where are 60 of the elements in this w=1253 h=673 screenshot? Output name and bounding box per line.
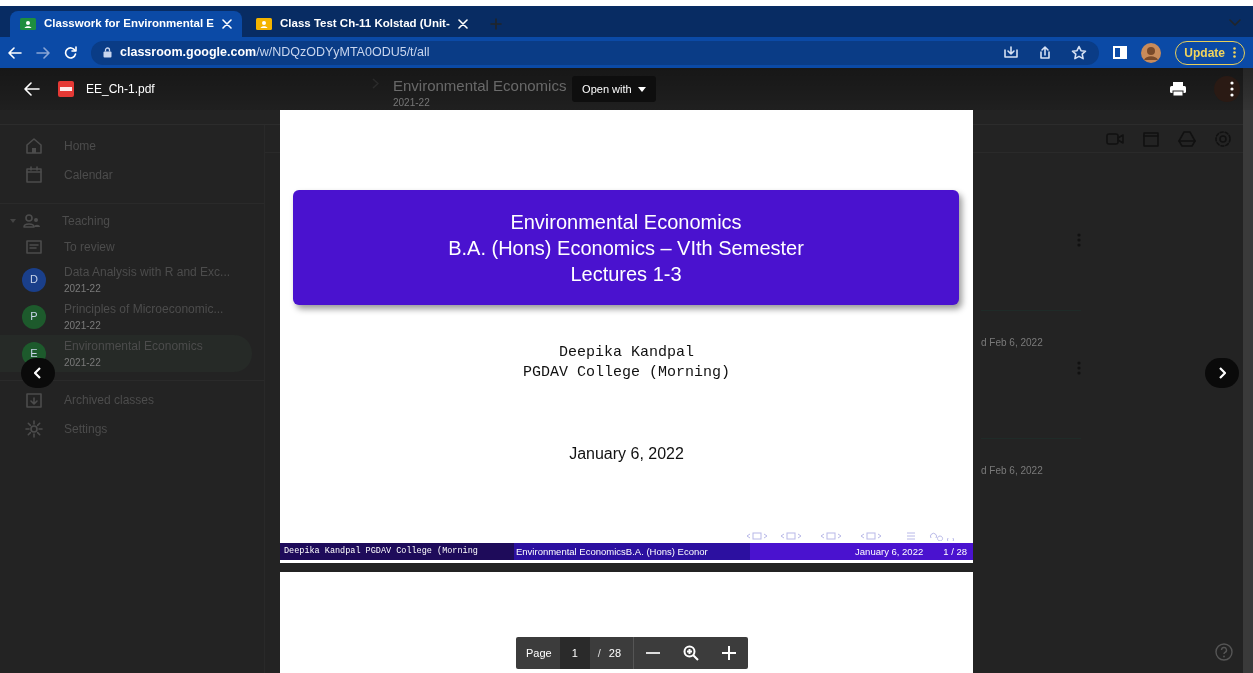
page-total: 28 <box>608 637 634 669</box>
printer-icon[interactable] <box>1169 81 1187 97</box>
slide-title-line: Lectures 1-3 <box>570 261 682 287</box>
previous-file-button[interactable] <box>21 358 55 388</box>
profile-avatar-icon[interactable] <box>1141 42 1162 63</box>
class-year: 2021-22 <box>64 356 102 370</box>
slide-author: Deepika Kandpal <box>558 343 695 363</box>
calendar-icon <box>24 164 44 185</box>
class-avatar: P <box>22 304 46 329</box>
tab-title: Classwork for Environmental E <box>44 16 214 32</box>
open-with-button[interactable]: Open with <box>572 75 656 103</box>
back-arrow-icon[interactable] <box>24 82 40 96</box>
footer-page-number: 1 / 28 <box>943 545 967 559</box>
tab-title: Class Test Ch-11 Kolstad (Unit- <box>280 16 450 32</box>
lock-icon <box>103 47 112 58</box>
post-date: d Feb 6, 2022 <box>981 464 1043 478</box>
slide-title-line: B.A. (Hons) Economics – VIth Semester <box>448 235 804 261</box>
url-text: classroom.google.com/w/NDQzODYyMTA0ODU5/t/all <box>120 44 430 62</box>
class-avatar: D <box>22 267 46 292</box>
caret-down-icon <box>637 86 646 92</box>
back-arrow-icon[interactable] <box>8 46 22 59</box>
close-icon[interactable] <box>457 19 468 29</box>
browser-tab[interactable]: Class Test Ch-11 Kolstad (Unit- <box>246 11 478 37</box>
close-icon[interactable] <box>222 19 232 29</box>
pdf-file-icon <box>58 81 74 97</box>
install-icon[interactable] <box>1003 45 1020 60</box>
forward-arrow-icon[interactable] <box>36 46 50 59</box>
post-date: d Feb 6, 2022 <box>981 336 1043 350</box>
more-vertical-icon <box>1233 47 1236 58</box>
footer-author: Deepika Kandpal PGDAV College (Morning <box>280 543 514 560</box>
file-name: EE_Ch-1.pdf <box>86 81 155 98</box>
classroom-favicon-icon <box>256 18 272 30</box>
page-separator: / <box>596 645 602 661</box>
next-file-button[interactable] <box>1205 358 1239 388</box>
course-year: 2021-22 <box>393 95 431 110</box>
chevron-left-icon <box>34 367 42 379</box>
people-icon <box>22 211 42 231</box>
slide-title-line: Environmental Economics <box>510 209 742 235</box>
star-icon[interactable] <box>1071 45 1088 60</box>
class-year: 2021-22 <box>64 282 102 296</box>
page-number-field[interactable]: 1 <box>559 637 590 669</box>
address-bar[interactable]: classroom.google.com/w/NDQzODYyMTA0ODU5/t/all <box>91 40 1100 65</box>
footer-title: Environmental EconomicsB.A. (Hons) Econor <box>514 543 750 560</box>
reload-icon[interactable] <box>64 46 77 59</box>
class-year: 2021-22 <box>64 319 102 333</box>
browser-tab[interactable]: Classwork for Environmental E <box>10 11 242 37</box>
chevron-right-icon <box>1218 367 1226 379</box>
classroom-favicon-icon <box>20 18 36 30</box>
course-title: Environmental Economics <box>393 78 567 95</box>
account-menu-icon[interactable] <box>1213 75 1241 103</box>
side-panel-icon[interactable] <box>1113 46 1128 59</box>
magnifier-plus-icon <box>683 645 699 661</box>
slide-date: January 6, 2022 <box>569 444 684 462</box>
scrollbar[interactable] <box>1243 68 1253 673</box>
plus-icon <box>722 646 736 660</box>
home-icon <box>24 135 44 156</box>
footer-date: January 6, 2022 <box>855 545 924 559</box>
page-label: Page <box>525 645 553 661</box>
slide-institute: PGDAV College (Morning) <box>521 363 731 384</box>
minus-icon <box>646 652 660 654</box>
